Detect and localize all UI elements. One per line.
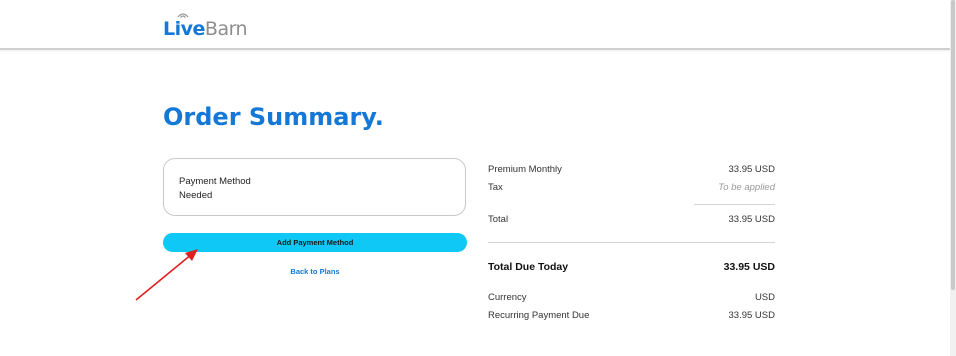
tax-label: Tax: [488, 182, 503, 193]
recurring-value: 33.95 USD: [728, 310, 775, 321]
tax-value: To be applied: [718, 182, 775, 193]
payment-method-card: Payment Method Needed: [163, 158, 466, 216]
red-annotation-arrow-icon: [135, 249, 198, 301]
due-today-label: Total Due Today: [488, 261, 569, 273]
logo-live-text: Live: [163, 18, 205, 40]
logo-barn-text: Barn: [204, 18, 248, 40]
site-header: LiveBarn: [0, 0, 950, 50]
payment-method-label: Payment Method: [179, 176, 251, 187]
total-label: Total: [488, 214, 509, 225]
due-today-value: 33.95 USD: [723, 261, 775, 273]
subtotal-divider: [694, 204, 775, 205]
page-title: Order Summary.: [163, 103, 384, 131]
plan-label: Premium Monthly: [488, 164, 562, 175]
currency-value: USD: [754, 292, 775, 303]
currency-label: Currency: [488, 292, 527, 303]
page-scrollbar[interactable]: [950, 0, 956, 356]
total-divider: [488, 242, 775, 243]
livebarn-logo[interactable]: LiveBarn: [163, 18, 248, 40]
total-value: 33.95 USD: [728, 214, 775, 225]
recurring-label: Recurring Payment Due: [488, 310, 590, 321]
scrollbar-thumb[interactable]: [951, 0, 955, 290]
payment-method-status: Needed: [179, 190, 213, 201]
plan-value: 33.95 USD: [728, 164, 775, 175]
